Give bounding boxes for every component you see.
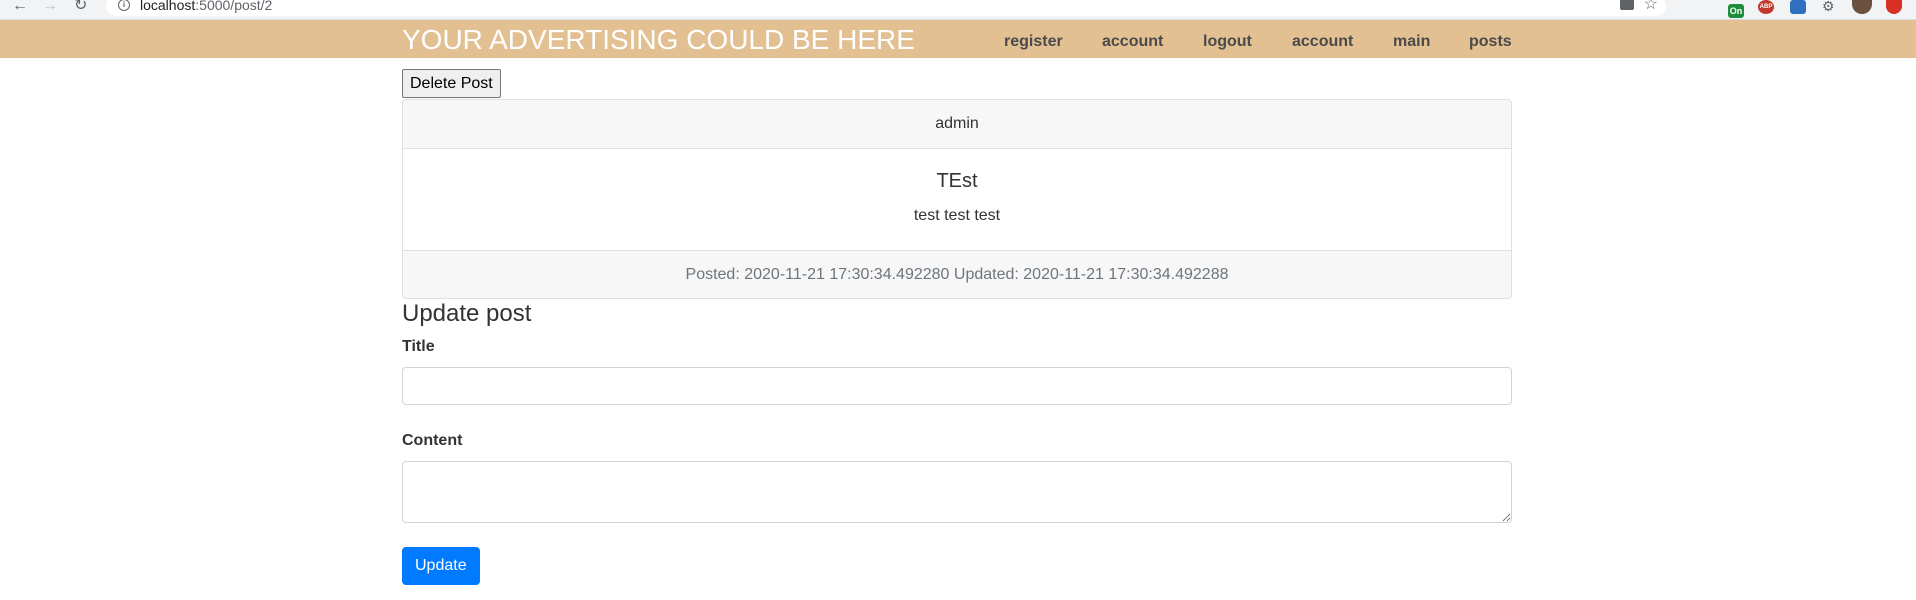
url-path: :5000/post/2 bbox=[195, 0, 273, 13]
nav-link-register[interactable]: register bbox=[1004, 32, 1063, 52]
profile-avatar-icon[interactable] bbox=[1852, 0, 1872, 14]
adblock-icon[interactable]: ABP bbox=[1758, 0, 1774, 14]
forward-arrow-icon[interactable]: → bbox=[42, 0, 58, 14]
extension-blue-icon[interactable] bbox=[1790, 0, 1806, 14]
url-text: localhost:5000/post/2 bbox=[140, 0, 272, 13]
post-title: TEst bbox=[936, 170, 978, 192]
address-bar[interactable]: i localhost:5000/post/2 ☆ bbox=[106, 0, 1666, 16]
browser-toolbar: ← → ↻ i localhost:5000/post/2 ☆ On ABP ⚙ bbox=[0, 0, 1916, 20]
post-timestamps: Posted: 2020-11-21 17:30:34.492280 Updat… bbox=[403, 250, 1511, 298]
brand-banner: YOUR ADVERTISING COULD BE HERE bbox=[402, 24, 915, 55]
update-available-icon[interactable] bbox=[1886, 0, 1902, 14]
title-label: Title bbox=[402, 338, 435, 355]
back-arrow-icon[interactable]: ← bbox=[12, 0, 28, 14]
delete-post-button[interactable]: Delete Post bbox=[402, 69, 501, 98]
reload-icon[interactable]: ↻ bbox=[74, 0, 87, 14]
site-navbar: YOUR ADVERTISING COULD BE HERE register … bbox=[0, 20, 1916, 58]
content-label: Content bbox=[402, 432, 463, 449]
url-host: localhost bbox=[140, 0, 196, 13]
content-textarea[interactable] bbox=[402, 461, 1512, 523]
post-card: admin TEst test test test Posted: 2020-1… bbox=[402, 99, 1512, 299]
nav-links: register account logout account main pos… bbox=[1000, 32, 1512, 54]
update-post-heading: Update post bbox=[402, 300, 532, 327]
bookmark-star-icon[interactable]: ☆ bbox=[1644, 0, 1658, 14]
post-content: test test test bbox=[913, 207, 1001, 224]
nav-link-posts[interactable]: posts bbox=[1469, 32, 1512, 52]
nav-link-main[interactable]: main bbox=[1393, 32, 1430, 52]
extension-on-icon[interactable]: On bbox=[1728, 4, 1744, 18]
puzzle-extensions-icon[interactable]: ⚙ bbox=[1822, 0, 1838, 14]
info-icon[interactable]: i bbox=[118, 0, 130, 11]
translate-icon[interactable] bbox=[1620, 0, 1634, 10]
title-input[interactable] bbox=[402, 367, 1512, 405]
post-author: admin bbox=[403, 100, 1511, 149]
nav-link-account[interactable]: account bbox=[1102, 32, 1163, 52]
post-body: TEst test test test bbox=[403, 149, 1511, 250]
update-button[interactable]: Update bbox=[402, 547, 480, 585]
nav-link-account-2[interactable]: account bbox=[1292, 32, 1353, 52]
nav-link-logout[interactable]: logout bbox=[1203, 32, 1252, 52]
